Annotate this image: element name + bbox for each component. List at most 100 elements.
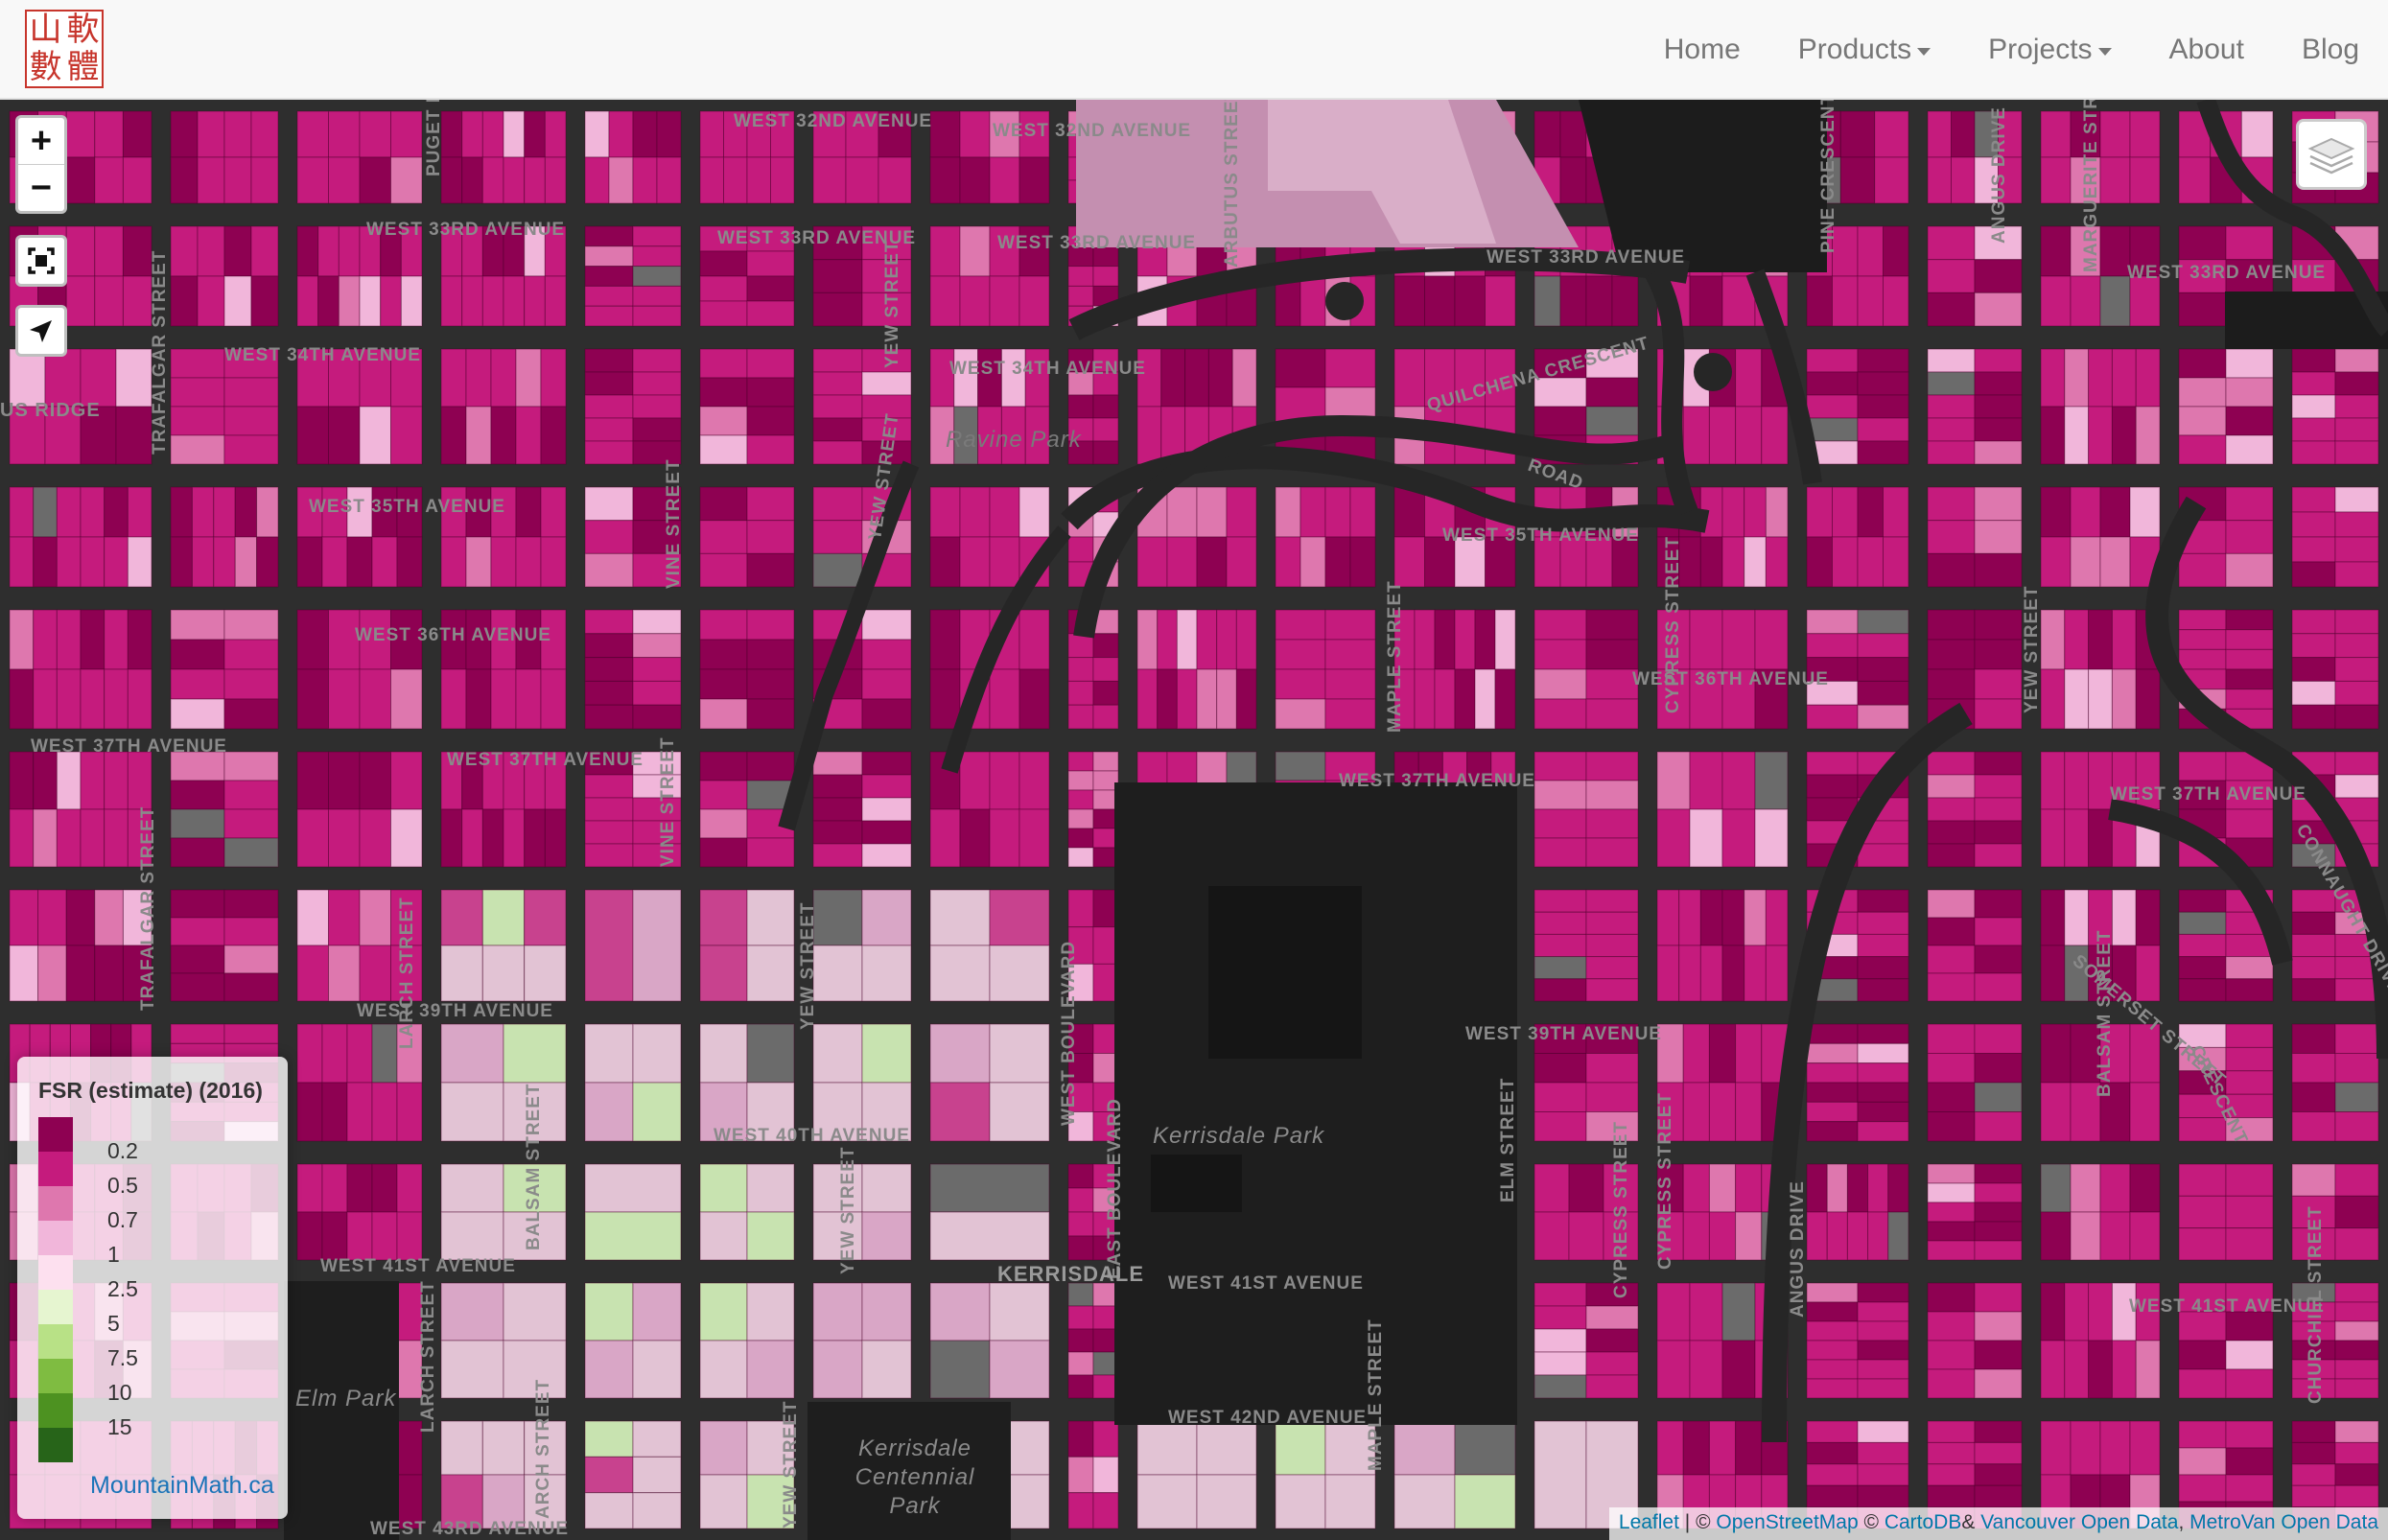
parcel[interactable]: [812, 843, 863, 868]
parcel[interactable]: [1832, 536, 1859, 588]
parcel[interactable]: [544, 156, 567, 204]
parcel[interactable]: [1857, 536, 1884, 588]
parcel[interactable]: [746, 552, 795, 588]
parcel[interactable]: [122, 156, 152, 204]
parcel[interactable]: [584, 486, 634, 522]
parcel[interactable]: [1067, 1374, 1094, 1399]
parcel[interactable]: [2099, 110, 2131, 158]
parcel[interactable]: [1974, 292, 2023, 327]
parcel[interactable]: [1857, 704, 1909, 730]
parcel[interactable]: [440, 1340, 504, 1399]
mountainmath-link[interactable]: MountainMath.ca: [90, 1472, 274, 1500]
parcel[interactable]: [2064, 406, 2090, 465]
parcel[interactable]: [2225, 688, 2274, 710]
parcel[interactable]: [1585, 911, 1639, 935]
parcel[interactable]: [2099, 1211, 2131, 1261]
parcel[interactable]: [515, 348, 542, 408]
parcel[interactable]: [2225, 629, 2274, 650]
parcel[interactable]: [2178, 156, 2212, 204]
parcel[interactable]: [1806, 704, 1859, 730]
parcel[interactable]: [1857, 889, 1909, 913]
parcel[interactable]: [699, 552, 748, 588]
parcel[interactable]: [440, 808, 463, 868]
parcel[interactable]: [1275, 751, 1326, 782]
parcel[interactable]: [2225, 1023, 2274, 1048]
parcel[interactable]: [812, 889, 863, 946]
parcel[interactable]: [481, 275, 504, 327]
parcel[interactable]: [1533, 751, 1587, 782]
parcel[interactable]: [346, 1211, 373, 1261]
parcel[interactable]: [1157, 609, 1178, 670]
parcel[interactable]: [1806, 1282, 1859, 1303]
parcel[interactable]: [1806, 1463, 1859, 1486]
parcel[interactable]: [812, 1340, 863, 1399]
parcel[interactable]: [321, 1211, 348, 1261]
parcel[interactable]: [632, 394, 682, 419]
parcel[interactable]: [2040, 668, 2066, 730]
parcel[interactable]: [929, 945, 991, 1002]
parcel[interactable]: [2040, 110, 2072, 158]
parcel[interactable]: [699, 377, 748, 408]
parcel[interactable]: [861, 751, 912, 776]
parcel[interactable]: [1857, 933, 1909, 958]
parcel[interactable]: [346, 1082, 373, 1142]
parcel[interactable]: [1196, 609, 1218, 670]
parcel[interactable]: [170, 156, 199, 204]
parcel[interactable]: [37, 945, 67, 1002]
parcel[interactable]: [94, 225, 124, 277]
parcel[interactable]: [1927, 639, 1976, 670]
parcel[interactable]: [1974, 1111, 2023, 1142]
parcel[interactable]: [1974, 520, 2023, 554]
parcel[interactable]: [746, 1340, 795, 1399]
parcel[interactable]: [371, 536, 398, 588]
parcel[interactable]: [1927, 917, 1976, 946]
parcel[interactable]: [2178, 889, 2227, 913]
parcel[interactable]: [2291, 394, 2336, 419]
parcel[interactable]: [959, 275, 991, 327]
parcel[interactable]: [2178, 609, 2227, 631]
parcel[interactable]: [2178, 911, 2227, 935]
parcel[interactable]: [699, 156, 724, 204]
parcel[interactable]: [2040, 1420, 2072, 1476]
parcel[interactable]: [1927, 440, 1976, 465]
parcel[interactable]: [359, 945, 391, 1002]
parcel[interactable]: [861, 1211, 912, 1261]
parcel[interactable]: [1018, 486, 1050, 538]
parcel[interactable]: [65, 945, 96, 1002]
parcel[interactable]: [812, 797, 863, 822]
parcel[interactable]: [632, 1492, 682, 1529]
parcel[interactable]: [197, 225, 225, 277]
parcel[interactable]: [2334, 1227, 2379, 1261]
parcel[interactable]: [845, 156, 879, 204]
parcel[interactable]: [1927, 1420, 1976, 1443]
parcel[interactable]: [223, 945, 279, 974]
parcel[interactable]: [223, 156, 252, 204]
parcel[interactable]: [1974, 371, 2023, 396]
parcel[interactable]: [503, 808, 526, 868]
parcel[interactable]: [2129, 110, 2161, 158]
parcel[interactable]: [1585, 406, 1639, 436]
parcel[interactable]: [584, 417, 634, 442]
parcel[interactable]: [1806, 1101, 1859, 1123]
parcel[interactable]: [170, 639, 225, 670]
parcel[interactable]: [1927, 1240, 1976, 1261]
parcel[interactable]: [2178, 1340, 2227, 1370]
parcel[interactable]: [2064, 609, 2090, 670]
parcel[interactable]: [1765, 536, 1789, 588]
parcel[interactable]: [1927, 486, 1976, 522]
parcel[interactable]: [2334, 704, 2379, 730]
parcel[interactable]: [959, 225, 991, 277]
parcel[interactable]: [632, 417, 682, 442]
parcel[interactable]: [2178, 933, 2227, 958]
parcel[interactable]: [1585, 978, 1639, 1002]
parcel[interactable]: [2334, 1082, 2379, 1112]
parcel[interactable]: [1216, 668, 1237, 730]
parcel[interactable]: [1136, 609, 1159, 670]
parcel[interactable]: [861, 1023, 912, 1084]
parcel[interactable]: [1226, 536, 1257, 588]
parcel[interactable]: [1887, 1163, 1909, 1213]
parcel[interactable]: [461, 156, 483, 204]
parcel[interactable]: [197, 156, 225, 204]
parcel[interactable]: [959, 808, 991, 868]
parcel[interactable]: [223, 668, 279, 700]
